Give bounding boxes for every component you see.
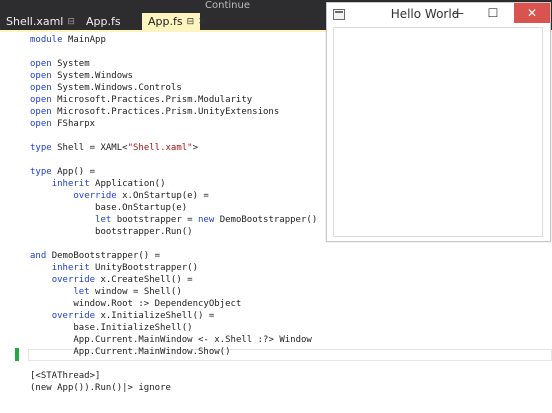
window-title-bar[interactable]: Hello World — ☐ ✕ [327, 3, 550, 27]
code-line[interactable]: App.Current.MainWindow <- x.Shell :?> Wi… [30, 334, 311, 346]
code-line[interactable]: App.Current.MainWindow.Show() [30, 346, 230, 358]
code-line[interactable]: let bootstrapper = new DemoBootstrapper(… [30, 214, 317, 226]
pin-icon[interactable]: ⊟ [187, 17, 195, 27]
window-app-icon[interactable] [333, 9, 345, 20]
pin-icon[interactable]: ⊟ [67, 17, 75, 27]
window-client-area [333, 27, 543, 237]
tab-label: Shell.xaml [6, 15, 64, 28]
close-icon[interactable]: ✕ [198, 17, 206, 27]
code-line[interactable]: open Microsoft.Practices.Prism.Modularit… [30, 94, 252, 106]
maximize-button[interactable]: ☐ [477, 3, 509, 23]
code-line[interactable]: override x.CreateShell() = [30, 274, 193, 286]
code-line[interactable]: type Shell = XAML<"Shell.xaml"> [30, 142, 198, 154]
code-line[interactable]: open System [30, 58, 90, 70]
code-line[interactable]: type App() = [30, 166, 95, 178]
code-line[interactable]: override x.OnStartup(e) = [30, 190, 208, 202]
code-line[interactable]: open FSharpx [30, 118, 95, 130]
code-line[interactable]: [<STAThread>] [30, 370, 100, 382]
change-indicator [15, 348, 19, 361]
code-line[interactable]: module MainApp [30, 34, 106, 46]
tab-label: App.fs [86, 15, 121, 28]
code-line[interactable]: inherit UnityBootstrapper() [30, 262, 198, 274]
code-line[interactable]: open System.Windows [30, 70, 133, 82]
tab-app-fs[interactable]: App.fs [80, 13, 138, 30]
code-line[interactable]: base.InitializeShell() [30, 322, 192, 334]
hello-world-window[interactable]: Hello World — ☐ ✕ [326, 2, 551, 242]
code-line[interactable]: (new App()).Run()|> ignore [30, 382, 171, 394]
continue-hint[interactable]: Continue [205, 0, 250, 11]
code-line[interactable]: inherit Application() [30, 178, 166, 190]
code-line[interactable]: let window = Shell() [30, 286, 181, 298]
code-line[interactable]: bootstrapper.Run() [30, 226, 193, 238]
code-line[interactable]: open System.Windows.Controls [30, 82, 182, 94]
editor-margin [0, 32, 14, 413]
tab-app-fs-active[interactable]: App.fs ⊟ ✕ [142, 13, 206, 30]
code-line[interactable]: override x.InitializeShell() = [30, 310, 215, 322]
minimize-button[interactable]: — [442, 3, 474, 23]
code-line[interactable]: and DemoBootstrapper() = [30, 250, 160, 262]
code-line[interactable]: window.Root :> DependencyObject [30, 298, 241, 310]
code-line[interactable]: base.OnStartup(e) [30, 202, 187, 214]
close-button[interactable]: ✕ [514, 3, 550, 23]
code-line[interactable]: open Microsoft.Practices.Prism.UnityExte… [30, 106, 279, 118]
tab-label: App.fs [148, 15, 183, 28]
tab-shell-xaml[interactable]: Shell.xaml ⊟ [0, 13, 76, 30]
